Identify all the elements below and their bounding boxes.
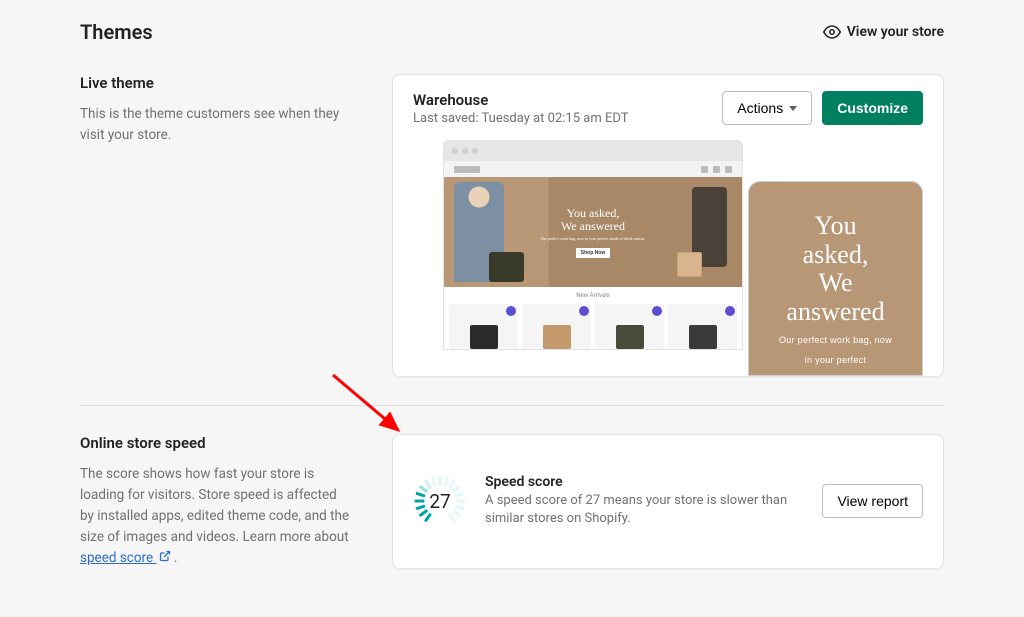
- speed-score-desc: A speed score of 27 means your store is …: [485, 492, 804, 528]
- live-theme-description: This is the theme customers see when the…: [80, 104, 352, 146]
- external-link-icon: [159, 550, 171, 562]
- view-store-link[interactable]: View your store: [823, 23, 944, 41]
- customize-button[interactable]: Customize: [822, 91, 923, 125]
- speed-heading: Online store speed: [80, 434, 352, 452]
- view-report-button[interactable]: View report: [822, 484, 923, 518]
- theme-name: Warehouse: [413, 91, 628, 109]
- eye-icon: [823, 23, 841, 41]
- speed-card: 27 Speed score A speed score of 27 means…: [392, 434, 944, 569]
- actions-label: Actions: [737, 100, 783, 116]
- actions-button[interactable]: Actions: [722, 91, 812, 125]
- live-theme-heading: Live theme: [80, 74, 352, 92]
- live-theme-card: Warehouse Last saved: Tuesday at 02:15 a…: [392, 74, 944, 377]
- speed-description: The score shows how fast your store is l…: [80, 464, 352, 569]
- theme-preview: You asked, We answered Our perfect work …: [393, 126, 943, 376]
- page-title: Themes: [80, 20, 153, 44]
- desktop-preview: You asked, We answered Our perfect work …: [443, 140, 743, 350]
- theme-last-saved: Last saved: Tuesday at 02:15 am EDT: [413, 111, 628, 126]
- speed-gauge: 27: [413, 474, 467, 528]
- speed-score-link[interactable]: speed score: [80, 550, 171, 566]
- speed-score-value: 27: [413, 474, 467, 528]
- view-store-label: View your store: [847, 24, 944, 40]
- speed-score-title: Speed score: [485, 474, 804, 490]
- chevron-down-icon: [789, 106, 797, 111]
- mobile-preview: You asked, We answered Our perfect work …: [748, 181, 923, 376]
